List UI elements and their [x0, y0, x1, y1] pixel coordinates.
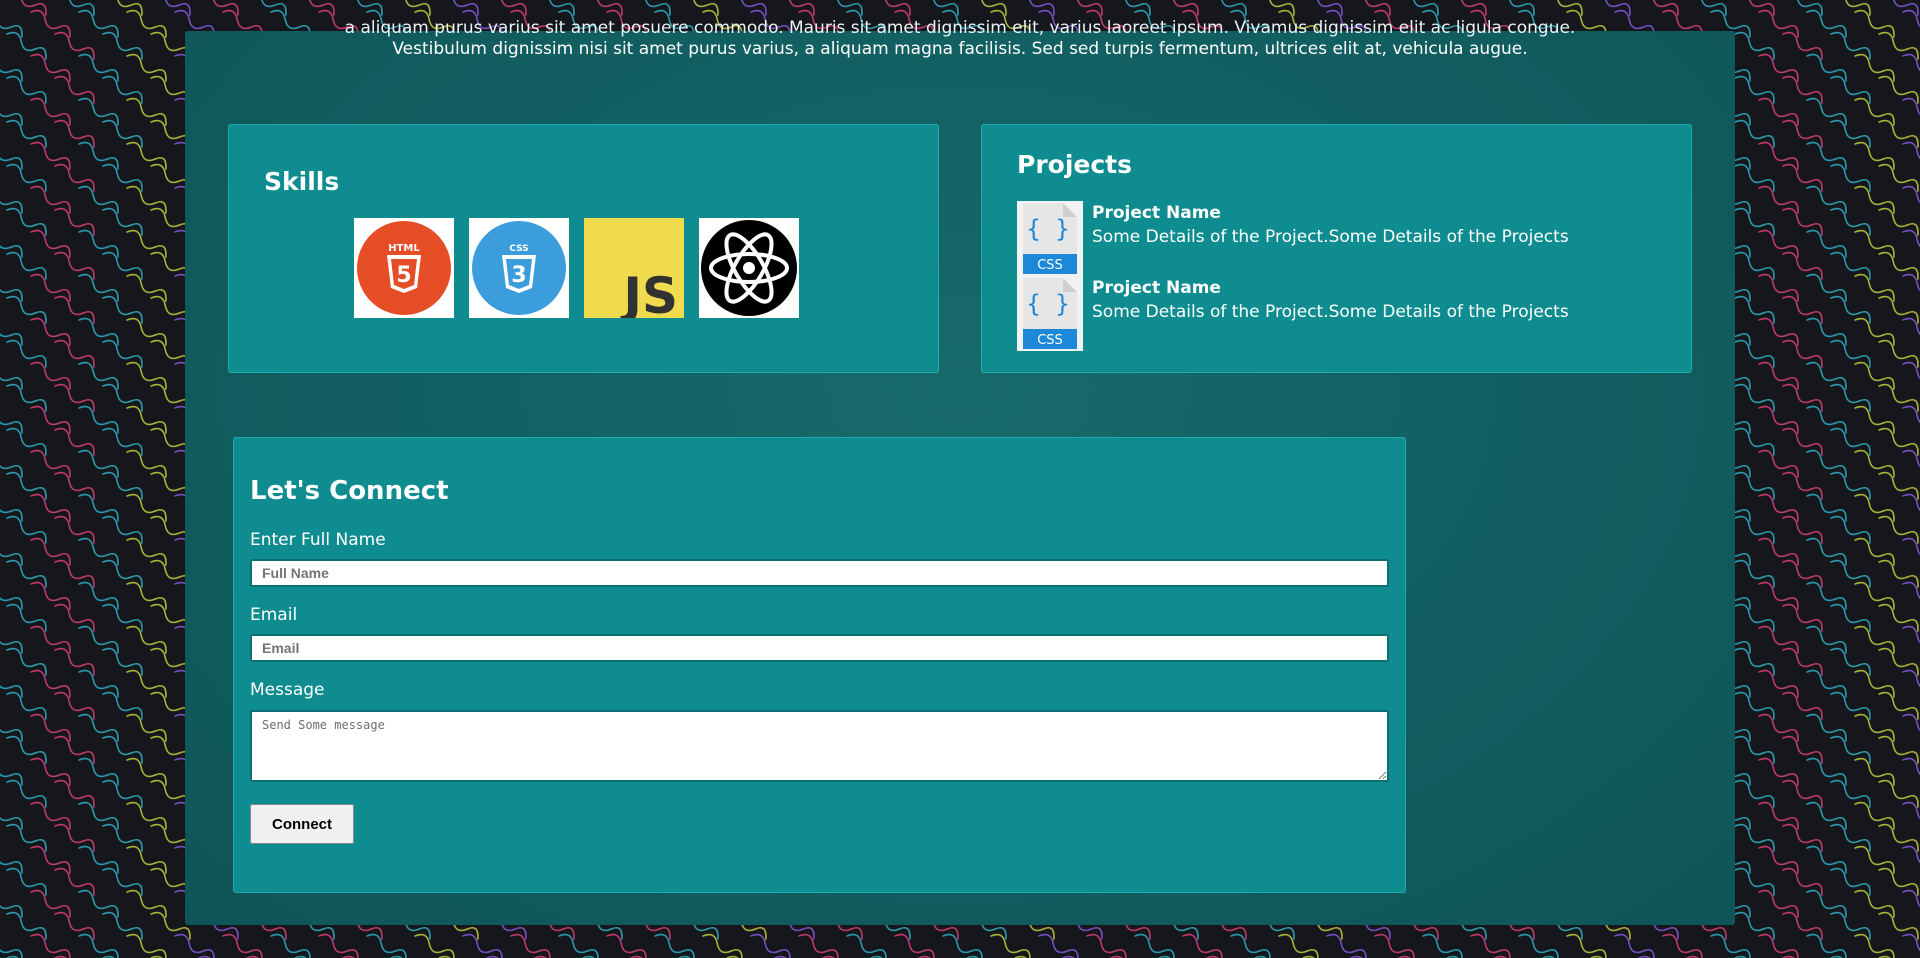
- svg-text:3: 3: [511, 263, 526, 288]
- message-textarea[interactable]: [250, 710, 1389, 782]
- main-panel: a aliquam purus varius sit amet posuere …: [185, 18, 1735, 925]
- connect-title: Let's Connect: [250, 476, 449, 506]
- email-label: Email: [250, 605, 298, 625]
- css3-icon-text: CSS: [509, 244, 528, 254]
- javascript-icon-text: JS: [620, 267, 678, 318]
- css-file-label: CSS: [1037, 333, 1063, 348]
- intro-line: Vestibulum dignissim nisi sit amet purus…: [392, 39, 1528, 59]
- project-item[interactable]: { } CSS Project Name Some Details of the…: [1017, 276, 1657, 351]
- skills-card: Skills HTML 5 CSS 3 JS: [228, 124, 939, 373]
- message-label: Message: [250, 680, 325, 700]
- projects-card: Projects { } CSS Project Name Some Detai…: [981, 124, 1692, 373]
- css-file-icon: { } CSS: [1017, 201, 1083, 276]
- javascript-icon: JS: [584, 218, 684, 318]
- css3-icon: CSS 3: [469, 218, 569, 318]
- project-details: Some Details of the Project.Some Details…: [1092, 302, 1569, 322]
- svg-text:{ }: { }: [1026, 215, 1069, 243]
- project-name: Project Name: [1092, 203, 1221, 223]
- full-name-input[interactable]: [250, 559, 1389, 587]
- css-file-icon: { } CSS: [1017, 276, 1083, 351]
- projects-title: Projects: [1017, 150, 1133, 179]
- full-name-label: Enter Full Name: [250, 530, 386, 550]
- react-icon: [699, 218, 799, 318]
- project-details: Some Details of the Project.Some Details…: [1092, 227, 1569, 247]
- project-item[interactable]: { } CSS Project Name Some Details of the…: [1017, 201, 1657, 276]
- html5-icon-text: HTML: [388, 243, 420, 254]
- intro-line-partial: a aliquam purus varius sit amet posuere …: [344, 18, 1576, 38]
- html5-icon: HTML 5: [354, 218, 454, 318]
- skills-title: Skills: [264, 167, 340, 196]
- email-input[interactable]: [250, 634, 1389, 662]
- svg-text:5: 5: [396, 263, 411, 288]
- connect-card: Let's Connect Enter Full Name Email Mess…: [233, 437, 1406, 893]
- css-file-label: CSS: [1037, 258, 1063, 273]
- skills-icon-row: HTML 5 CSS 3 JS: [354, 218, 799, 318]
- connect-button[interactable]: Connect: [250, 804, 354, 844]
- svg-text:{ }: { }: [1026, 290, 1069, 318]
- project-name: Project Name: [1092, 278, 1221, 298]
